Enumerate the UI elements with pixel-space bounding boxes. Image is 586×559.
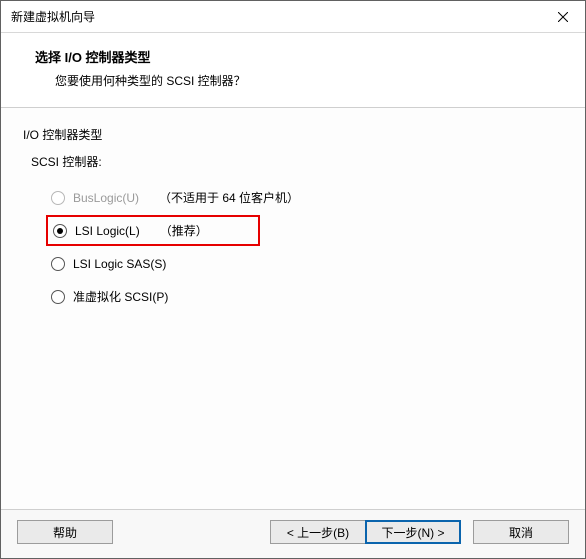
titlebar: 新建虚拟机向导 bbox=[1, 1, 585, 33]
cancel-button[interactable]: 取消 bbox=[473, 520, 569, 544]
close-button[interactable] bbox=[540, 1, 585, 33]
wizard-header: 选择 I/O 控制器类型 您要使用何种类型的 SCSI 控制器？ bbox=[1, 33, 585, 108]
option-paravirtual[interactable]: 准虚拟化 SCSI(P) bbox=[51, 281, 565, 312]
option-label: BusLogic(U) bbox=[73, 191, 139, 205]
option-note: （不适用于 64 位客户机） bbox=[159, 189, 299, 206]
wizard-footer: 帮助 < 上一步(B) 下一步(N) > 取消 bbox=[1, 509, 585, 558]
radio-group: BusLogic(U) （不适用于 64 位客户机） LSI Logic(L) … bbox=[51, 182, 565, 312]
radio-buslogic bbox=[51, 191, 65, 205]
radio-paravirtual[interactable] bbox=[51, 290, 65, 304]
option-lsi-logic-sas[interactable]: LSI Logic SAS(S) bbox=[51, 248, 565, 279]
window-title: 新建虚拟机向导 bbox=[11, 8, 540, 25]
option-label: LSI Logic(L) bbox=[75, 224, 140, 238]
option-buslogic: BusLogic(U) （不适用于 64 位客户机） bbox=[51, 182, 565, 213]
group-label: I/O 控制器类型 bbox=[23, 126, 565, 143]
page-title: 选择 I/O 控制器类型 bbox=[35, 47, 559, 66]
option-label: 准虚拟化 SCSI(P) bbox=[73, 288, 168, 305]
option-note: （推荐） bbox=[160, 222, 208, 239]
highlight-box: LSI Logic(L) （推荐） bbox=[46, 215, 260, 246]
help-button[interactable]: 帮助 bbox=[17, 520, 113, 544]
subgroup-label: SCSI 控制器: bbox=[31, 153, 565, 170]
next-button[interactable]: 下一步(N) > bbox=[365, 520, 461, 544]
wizard-window: 新建虚拟机向导 选择 I/O 控制器类型 您要使用何种类型的 SCSI 控制器？… bbox=[0, 0, 586, 559]
back-button[interactable]: < 上一步(B) bbox=[270, 520, 366, 544]
wizard-content: I/O 控制器类型 SCSI 控制器: BusLogic(U) （不适用于 64… bbox=[1, 108, 585, 509]
close-icon bbox=[558, 12, 568, 22]
radio-lsi-logic[interactable] bbox=[53, 224, 67, 238]
option-label: LSI Logic SAS(S) bbox=[73, 257, 166, 271]
page-subtitle: 您要使用何种类型的 SCSI 控制器？ bbox=[35, 72, 559, 89]
option-lsi-logic[interactable]: LSI Logic(L) （推荐） bbox=[46, 215, 565, 246]
radio-lsi-logic-sas[interactable] bbox=[51, 257, 65, 271]
